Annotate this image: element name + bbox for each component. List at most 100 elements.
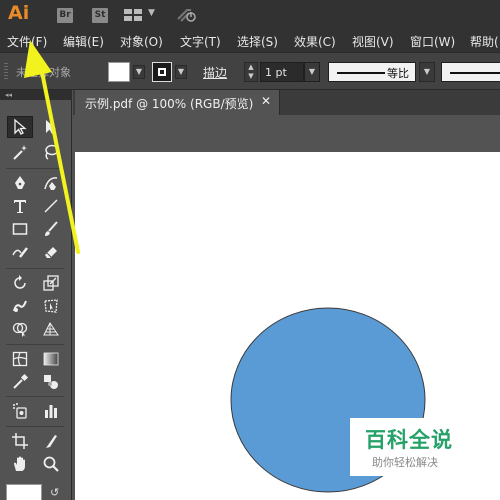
sync-status-icon[interactable] [175,6,197,24]
rectangle-icon [12,223,28,235]
shaper-tool[interactable] [7,241,33,263]
curvature-pen-icon [44,177,58,190]
artboard-tool[interactable] [7,430,33,452]
variable-width-profile[interactable]: 等比 [328,62,416,82]
tools-divider [6,396,64,397]
shape-builder-tool[interactable] [7,318,33,340]
magic-wand-icon [13,145,27,160]
tools-panel: ↺ [0,100,72,500]
lasso-tool[interactable] [38,141,64,163]
hand-icon [14,456,25,471]
document-tab[interactable]: 示例.pdf @ 100% (RGB/预览) ✕ [75,90,280,115]
warp-tool[interactable] [7,295,33,317]
pen-tool[interactable] [7,172,33,194]
menu-file[interactable]: 文件(F) [7,33,47,50]
lasso-icon [45,144,59,160]
tools-divider [6,168,64,169]
selection-arrow-icon [14,118,27,135]
profile-dropdown[interactable]: ▼ [419,62,435,82]
control-bar: 未选择对象 ▼ ▼ 描边 ▲▼ ▼ 等比 ▼ [0,52,500,90]
swap-fill-stroke-icon[interactable]: ↺ [50,486,59,499]
illustrator-logo: Ai [8,2,30,24]
line-segment-tool[interactable] [38,195,64,217]
tools-divider [6,268,64,269]
perspective-grid-icon [43,322,59,336]
mesh-icon [12,351,28,367]
gradient-tool[interactable] [38,348,64,370]
eraser-icon [45,247,57,258]
watermark-title: 百科全说 [365,428,453,452]
direct-selection-tool[interactable] [38,116,64,138]
shape-builder-icon [12,322,28,337]
menu-select[interactable]: 选择(S) [237,33,278,50]
rectangle-tool[interactable] [7,218,33,240]
brush-definition[interactable] [441,62,500,82]
fill-color-swatch[interactable] [108,62,130,82]
menu-type[interactable]: 文字(T) [180,33,221,50]
eyedropper-tool[interactable] [7,371,33,393]
zoom-tool[interactable] [38,453,64,475]
stock-button[interactable]: St [92,8,108,23]
rotate-tool[interactable] [7,272,33,294]
pen-nib-icon [15,176,25,189]
magnifier-icon [43,456,59,472]
magic-wand-tool[interactable] [7,141,33,163]
stroke-color-swatch[interactable] [152,62,172,82]
chevron-down-icon[interactable]: ▼ [148,8,155,18]
eraser-tool[interactable] [38,241,64,263]
warp-icon [13,300,27,312]
menu-edit[interactable]: 编辑(E) [63,33,104,50]
watermark-subtitle: 助你轻松解决 [372,456,438,469]
stroke-label[interactable]: 描边 [203,64,227,81]
gradient-icon [43,352,59,366]
bridge-button[interactable]: Br [57,8,73,23]
column-graph-tool[interactable] [38,400,64,422]
blend-icon [44,375,58,389]
brush-line [450,72,500,74]
tools-panel-header[interactable]: ◂◂ [0,90,72,100]
menu-object[interactable]: 对象(O) [120,33,163,50]
fill-stroke-indicator[interactable] [6,484,42,500]
free-transform-icon [44,299,58,313]
paintbrush-tool[interactable] [38,218,64,240]
artboard-icon [12,433,28,449]
scale-icon [43,275,59,291]
slice-tool[interactable] [38,430,64,452]
eyedropper-icon [13,373,29,389]
stroke-weight-stepper[interactable]: ▲ ▼ [244,62,258,82]
watermark: 百科全说 助你轻松解决 [350,418,462,476]
selection-tool[interactable] [7,116,33,138]
scale-tool[interactable] [38,272,64,294]
menu-window[interactable]: 窗口(W) [410,33,455,50]
document-tab-title: 示例.pdf @ 100% (RGB/预览) [85,97,254,111]
symbol-sprayer-tool[interactable] [7,400,33,422]
type-tool[interactable] [7,195,33,217]
paintbrush-icon [45,221,58,236]
menu-help[interactable]: 帮助( [470,33,499,50]
free-transform-tool[interactable] [38,295,64,317]
app-bar: Ai Br St ▼ [0,0,500,30]
close-icon[interactable]: ✕ [261,94,271,108]
tools-divider [6,344,64,345]
profile-line [337,72,385,74]
stroke-dropdown[interactable]: ▼ [175,65,187,79]
menu-bar: 文件(F) 编辑(E) 对象(O) 文字(T) 选择(S) 效果(C) 视图(V… [0,30,500,52]
menu-effect[interactable]: 效果(C) [294,33,336,50]
line-segment-icon [44,199,58,213]
type-t-icon [14,200,26,213]
curvature-tool[interactable] [38,172,64,194]
slice-knife-icon [46,435,57,448]
pasteboard [73,115,500,152]
menu-view[interactable]: 视图(V) [352,33,394,50]
stroke-weight-input[interactable] [260,62,304,82]
hand-tool[interactable] [7,453,33,475]
column-graph-icon [45,405,57,418]
blend-tool[interactable] [38,371,64,393]
perspective-grid-tool[interactable] [38,318,64,340]
arrange-documents-icon[interactable] [124,9,142,21]
fill-dropdown[interactable]: ▼ [133,65,145,79]
selection-status: 未选择对象 [16,66,71,79]
stroke-weight-dropdown[interactable]: ▼ [304,62,320,82]
mesh-tool[interactable] [7,348,33,370]
panel-grip[interactable] [4,63,8,81]
